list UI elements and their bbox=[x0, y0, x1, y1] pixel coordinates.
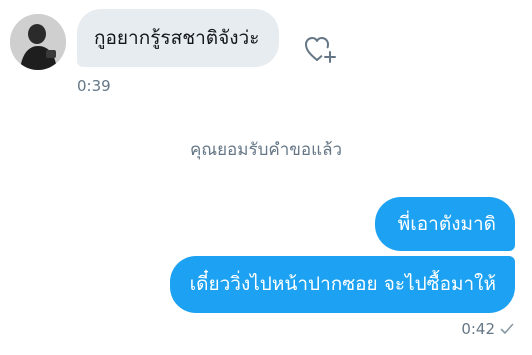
outgoing-message-bubble[interactable]: เดี๋ยววิ่งไปหน้าปากซอย จะไปซื้อมาให้ bbox=[169, 256, 515, 313]
avatar[interactable] bbox=[10, 14, 66, 70]
sent-check-icon bbox=[500, 321, 514, 334]
incoming-timestamp: 0:39 bbox=[77, 77, 111, 95]
outgoing-message-bubble[interactable]: พี่เอาตังมาดิ bbox=[374, 197, 515, 251]
outgoing-message-text: เดี๋ยววิ่งไปหน้าปากซอย จะไปซื้อมาให้ bbox=[189, 273, 496, 295]
user-avatar-photo bbox=[10, 14, 66, 70]
system-message: คุณยอมรับคำขอแล้ว bbox=[189, 140, 343, 160]
incoming-message-bubble[interactable]: กูอยากรู้รสชาติจังว่ะ bbox=[77, 9, 280, 67]
incoming-message-text: กูอยากรู้รสชาติจังว่ะ bbox=[94, 27, 260, 49]
outgoing-timestamp-row: 0:42 bbox=[461, 320, 514, 338]
outgoing-timestamp: 0:42 bbox=[461, 320, 495, 338]
heart-plus-icon[interactable] bbox=[303, 33, 339, 65]
outgoing-message-text: พี่เอาตังมาดิ bbox=[397, 213, 496, 235]
